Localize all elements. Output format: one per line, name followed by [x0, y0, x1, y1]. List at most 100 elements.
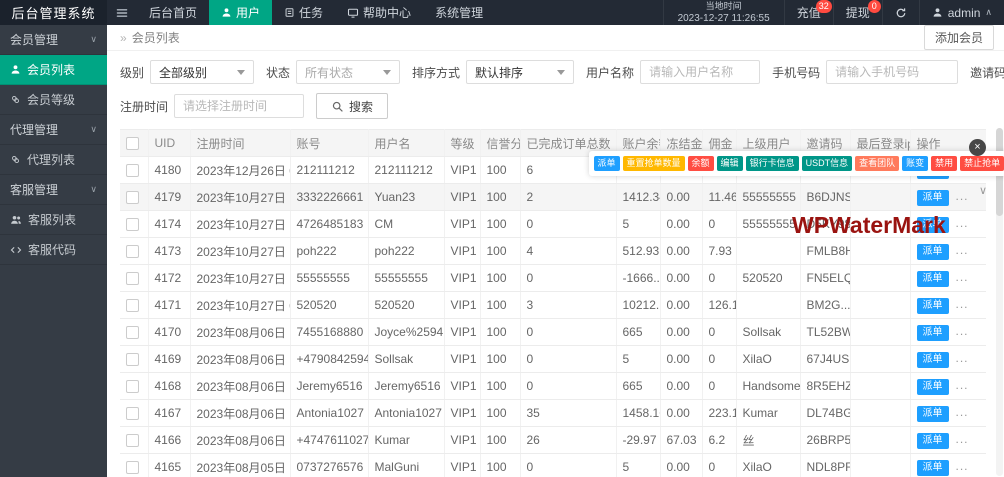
sidebar-item-service-list[interactable]: 客服列表	[0, 205, 107, 235]
refresh-icon[interactable]	[882, 0, 919, 25]
dispatch-button[interactable]: 派单	[917, 379, 949, 395]
more-actions-button[interactable]: ...	[956, 270, 969, 284]
row-checkbox[interactable]	[126, 326, 139, 339]
cell-balance: 5	[616, 346, 660, 373]
more-actions-button[interactable]: ...	[956, 243, 969, 257]
more-actions-button[interactable]: ...	[956, 324, 969, 338]
row-checkbox[interactable]	[126, 245, 139, 258]
more-actions-button[interactable]: ...	[956, 432, 969, 446]
action-button[interactable]: 派单	[594, 156, 620, 171]
more-actions-button[interactable]: ...	[956, 405, 969, 419]
sidebar-item-member-mgmt[interactable]: 会员管理∨	[0, 25, 107, 55]
dispatch-button[interactable]: 派单	[917, 298, 949, 314]
cell-time: 2023年10月27日 09:17:38	[190, 292, 290, 319]
cell-credit: 100	[480, 373, 520, 400]
row-checkbox[interactable]	[126, 191, 139, 204]
cell-invite: TL52BW	[800, 319, 850, 346]
dispatch-button[interactable]: 派单	[917, 352, 949, 368]
more-actions-button[interactable]: ...	[956, 378, 969, 392]
topnav-item-user[interactable]: 用户	[209, 0, 272, 25]
dispatch-button[interactable]: 派单	[917, 190, 949, 206]
more-actions-button[interactable]: ...	[956, 459, 969, 473]
search-icon	[331, 100, 344, 113]
action-button[interactable]: 重置抢单数量	[623, 156, 685, 171]
cell-commission: 11.46	[702, 184, 736, 211]
cell-parent: XilaO	[736, 346, 800, 373]
add-member-button[interactable]: 添加会员	[924, 25, 994, 50]
topnav-item-label: 系统管理	[435, 4, 483, 21]
username-input[interactable]	[640, 60, 760, 84]
recharge-badge: 32	[816, 0, 832, 13]
cell-commission: 0	[702, 454, 736, 477]
chevron-down-icon[interactable]: ∨	[979, 184, 987, 197]
status-select[interactable]: 所有状态	[296, 60, 400, 84]
row-checkbox[interactable]	[126, 434, 139, 447]
row-checkbox[interactable]	[126, 461, 139, 474]
cell-ip	[850, 238, 910, 265]
action-button[interactable]: 查看团队	[855, 156, 899, 171]
dispatch-button[interactable]: 派单	[917, 433, 949, 449]
action-button[interactable]: 账变	[902, 156, 928, 171]
sidebar-item-service-code[interactable]: 客服代码	[0, 235, 107, 265]
action-button[interactable]: 禁用	[931, 156, 957, 171]
column-header: 用户名	[368, 130, 444, 157]
cell-actions: 派单...	[910, 454, 986, 477]
cell-ip	[850, 319, 910, 346]
app-window: 后台管理系统 后台首页用户任务帮助中心系统管理 当地时间 2023-12-27 …	[0, 0, 1004, 477]
phone-input[interactable]	[826, 60, 958, 84]
topnav-item-home[interactable]: 后台首页	[137, 0, 209, 25]
search-button[interactable]: 搜索	[316, 93, 388, 119]
recharge-button[interactable]: 充值 32	[784, 0, 833, 25]
table-row: 41702023年08月06日 17:42:177455168880Joyce%…	[120, 319, 986, 346]
select-all-checkbox[interactable]	[126, 137, 139, 150]
admin-menu[interactable]: admin ∧	[919, 0, 1004, 25]
action-button[interactable]: USDT信息	[802, 156, 853, 171]
action-button[interactable]: 禁止抢单	[960, 156, 1004, 171]
sidebar-item-agent-list[interactable]: 代理列表	[0, 145, 107, 175]
dispatch-button[interactable]: 派单	[917, 217, 949, 233]
cell-parent: 55555555	[736, 211, 800, 238]
filter-phone: 手机号码	[772, 60, 958, 84]
sort-select[interactable]: 默认排序	[466, 60, 574, 84]
sidebar-item-agent-mgmt[interactable]: 代理管理∨	[0, 115, 107, 145]
dispatch-button[interactable]: 派单	[917, 325, 949, 341]
dispatch-button[interactable]: 派单	[917, 244, 949, 260]
topnav-item-help[interactable]: 帮助中心	[335, 0, 423, 25]
cell-uid: 4172	[148, 265, 190, 292]
sidebar-item-member-list[interactable]: 会员列表	[0, 55, 107, 85]
more-actions-button[interactable]: ...	[956, 216, 969, 230]
topnav-item-task[interactable]: 任务	[272, 0, 335, 25]
row-checkbox[interactable]	[126, 407, 139, 420]
row-checkbox[interactable]	[126, 299, 139, 312]
row-checkbox[interactable]	[126, 272, 139, 285]
dispatch-button[interactable]: 派单	[917, 460, 949, 476]
filter-label-invite: 邀请码	[970, 64, 1004, 81]
sidebar-item-member-level[interactable]: 会员等级	[0, 85, 107, 115]
dispatch-button[interactable]: 派单	[917, 271, 949, 287]
chevron-down-icon: ∨	[90, 124, 97, 135]
filter-regtime: 注册时间	[120, 94, 304, 118]
close-icon[interactable]: ×	[969, 139, 986, 156]
cell-uid: 4165	[148, 454, 190, 477]
row-checkbox[interactable]	[126, 380, 139, 393]
action-button[interactable]: 银行卡信息	[746, 156, 799, 171]
regtime-input[interactable]	[174, 94, 304, 118]
action-button[interactable]: 编辑	[717, 156, 743, 171]
more-actions-button[interactable]: ...	[956, 351, 969, 365]
cell-orders: 2	[520, 184, 616, 211]
topnav-item-system[interactable]: 系统管理	[423, 0, 495, 25]
vertical-scrollbar[interactable]	[996, 128, 1003, 476]
cell-ip	[850, 184, 910, 211]
action-button[interactable]: 余额	[688, 156, 714, 171]
row-checkbox[interactable]	[126, 164, 139, 177]
more-actions-button[interactable]: ...	[956, 297, 969, 311]
row-checkbox[interactable]	[126, 353, 139, 366]
level-select[interactable]: 全部级别	[150, 60, 254, 84]
withdraw-button[interactable]: 提现 0	[833, 0, 882, 25]
cell-invite: FN5ELQ	[800, 265, 850, 292]
more-actions-button[interactable]: ...	[956, 189, 969, 203]
row-checkbox[interactable]	[126, 218, 139, 231]
dispatch-button[interactable]: 派单	[917, 406, 949, 422]
hamburger-icon[interactable]	[107, 0, 137, 25]
sidebar-item-service-mgmt[interactable]: 客服管理∨	[0, 175, 107, 205]
